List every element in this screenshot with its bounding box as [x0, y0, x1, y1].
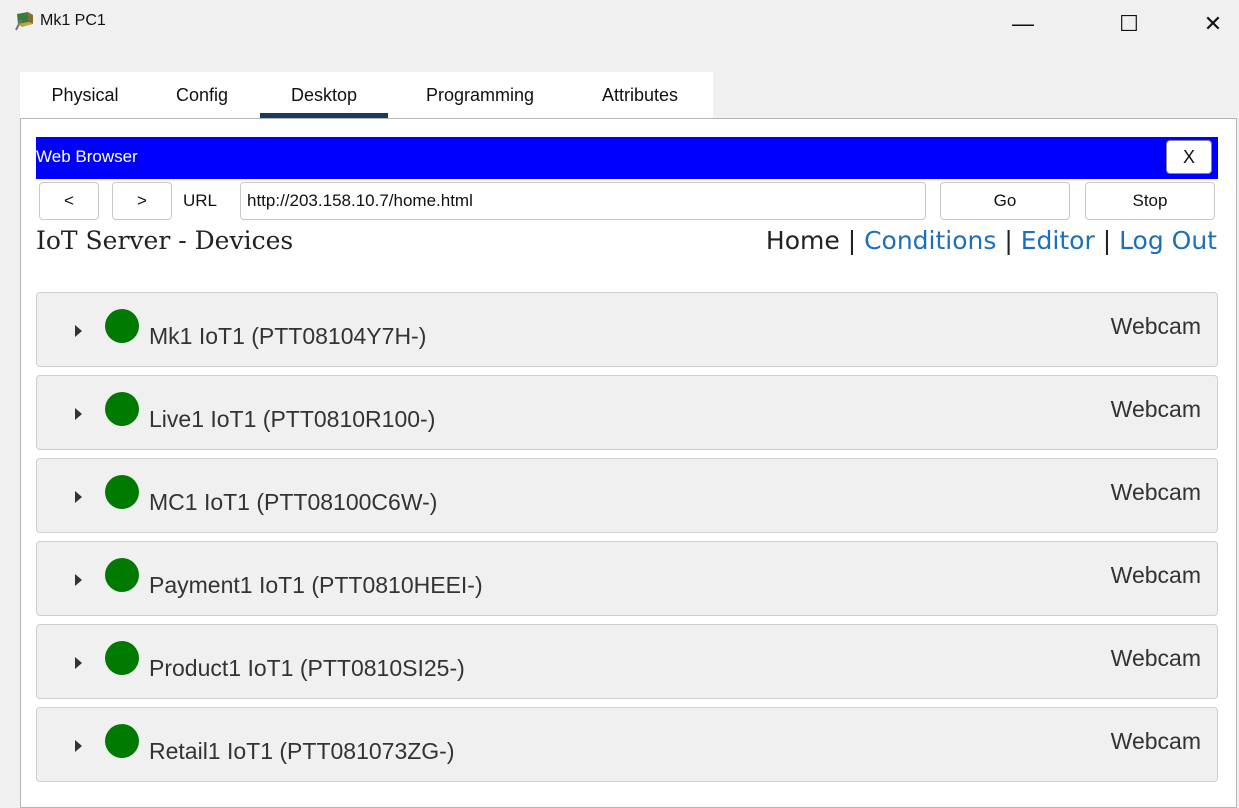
tab-programming[interactable]: Programming	[406, 72, 554, 118]
nav-separator: |	[847, 226, 865, 255]
nav-logout-link[interactable]: Log Out	[1119, 226, 1217, 255]
status-dot-icon	[105, 724, 139, 758]
tab-desktop[interactable]: Desktop	[260, 72, 388, 118]
device-row[interactable]: Retail1 IoT1 (PTT081073ZG-) Webcam	[36, 707, 1218, 782]
window-titlebar: Mk1 PC1 — ☐ ✕	[0, 0, 1239, 50]
caret-right-icon[interactable]	[75, 408, 82, 420]
caret-right-icon[interactable]	[75, 740, 82, 752]
close-window-button[interactable]: ✕	[1190, 4, 1236, 44]
pc-app-icon	[15, 12, 33, 31]
device-row[interactable]: Mk1 IoT1 (PTT08104Y7H-) Webcam	[36, 292, 1218, 367]
web-browser-title: Web Browser	[36, 147, 138, 166]
status-dot-icon	[105, 392, 139, 426]
device-type: Webcam	[1110, 645, 1201, 671]
device-name: Retail1 IoT1 (PTT081073ZG-)	[149, 738, 455, 764]
close-browser-button[interactable]: X	[1166, 140, 1212, 174]
caret-right-icon[interactable]	[75, 657, 82, 669]
nav-separator: |	[1102, 226, 1120, 255]
url-label: URL	[183, 191, 218, 210]
top-navigation: Home | Conditions | Editor | Log Out	[766, 226, 1217, 255]
caret-right-icon[interactable]	[75, 325, 82, 337]
nav-home-link[interactable]: Home	[766, 226, 840, 255]
tab-physical[interactable]: Physical	[30, 72, 140, 118]
tab-bar: Physical Config Desktop Programming Attr…	[20, 72, 713, 118]
web-browser-titlebar: Web Browser X	[36, 137, 1218, 179]
status-dot-icon	[105, 309, 139, 343]
go-button[interactable]: Go	[940, 182, 1070, 220]
maximize-button[interactable]: ☐	[1106, 4, 1152, 44]
device-row[interactable]: Live1 IoT1 (PTT0810R100-) Webcam	[36, 375, 1218, 450]
status-dot-icon	[105, 641, 139, 675]
device-type: Webcam	[1110, 562, 1201, 588]
device-row[interactable]: Product1 IoT1 (PTT0810SI25-) Webcam	[36, 624, 1218, 699]
stop-button[interactable]: Stop	[1085, 182, 1215, 220]
nav-separator: |	[1004, 226, 1021, 255]
nav-conditions-link[interactable]: Conditions	[864, 226, 996, 255]
forward-button[interactable]: >	[112, 182, 172, 220]
status-dot-icon	[105, 558, 139, 592]
device-name: Live1 IoT1 (PTT0810R100-)	[149, 406, 436, 432]
page-title: IoT Server - Devices	[36, 226, 294, 255]
url-input[interactable]	[240, 182, 926, 220]
device-name: Payment1 IoT1 (PTT0810HEEI-)	[149, 572, 483, 598]
caret-right-icon[interactable]	[75, 491, 82, 503]
device-list: Mk1 IoT1 (PTT08104Y7H-) Webcam Live1 IoT…	[36, 292, 1218, 790]
device-row[interactable]: MC1 IoT1 (PTT08100C6W-) Webcam	[36, 458, 1218, 533]
tab-attributes[interactable]: Attributes	[588, 72, 692, 118]
device-type: Webcam	[1110, 313, 1201, 339]
device-name: MC1 IoT1 (PTT08100C6W-)	[149, 489, 438, 515]
device-name: Product1 IoT1 (PTT0810SI25-)	[149, 655, 465, 681]
device-type: Webcam	[1110, 479, 1201, 505]
tab-desktop-label: Desktop	[290, 85, 358, 105]
caret-right-icon[interactable]	[75, 574, 82, 586]
device-type: Webcam	[1110, 728, 1201, 754]
device-type: Webcam	[1110, 396, 1201, 422]
device-name: Mk1 IoT1 (PTT08104Y7H-)	[149, 323, 427, 349]
device-row[interactable]: Payment1 IoT1 (PTT0810HEEI-) Webcam	[36, 541, 1218, 616]
tab-config[interactable]: Config	[164, 72, 240, 118]
status-dot-icon	[105, 475, 139, 509]
back-button[interactable]: <	[39, 182, 99, 220]
window-title: Mk1 PC1	[40, 12, 106, 29]
nav-editor-link[interactable]: Editor	[1021, 226, 1095, 255]
minimize-button[interactable]: —	[1000, 4, 1046, 44]
